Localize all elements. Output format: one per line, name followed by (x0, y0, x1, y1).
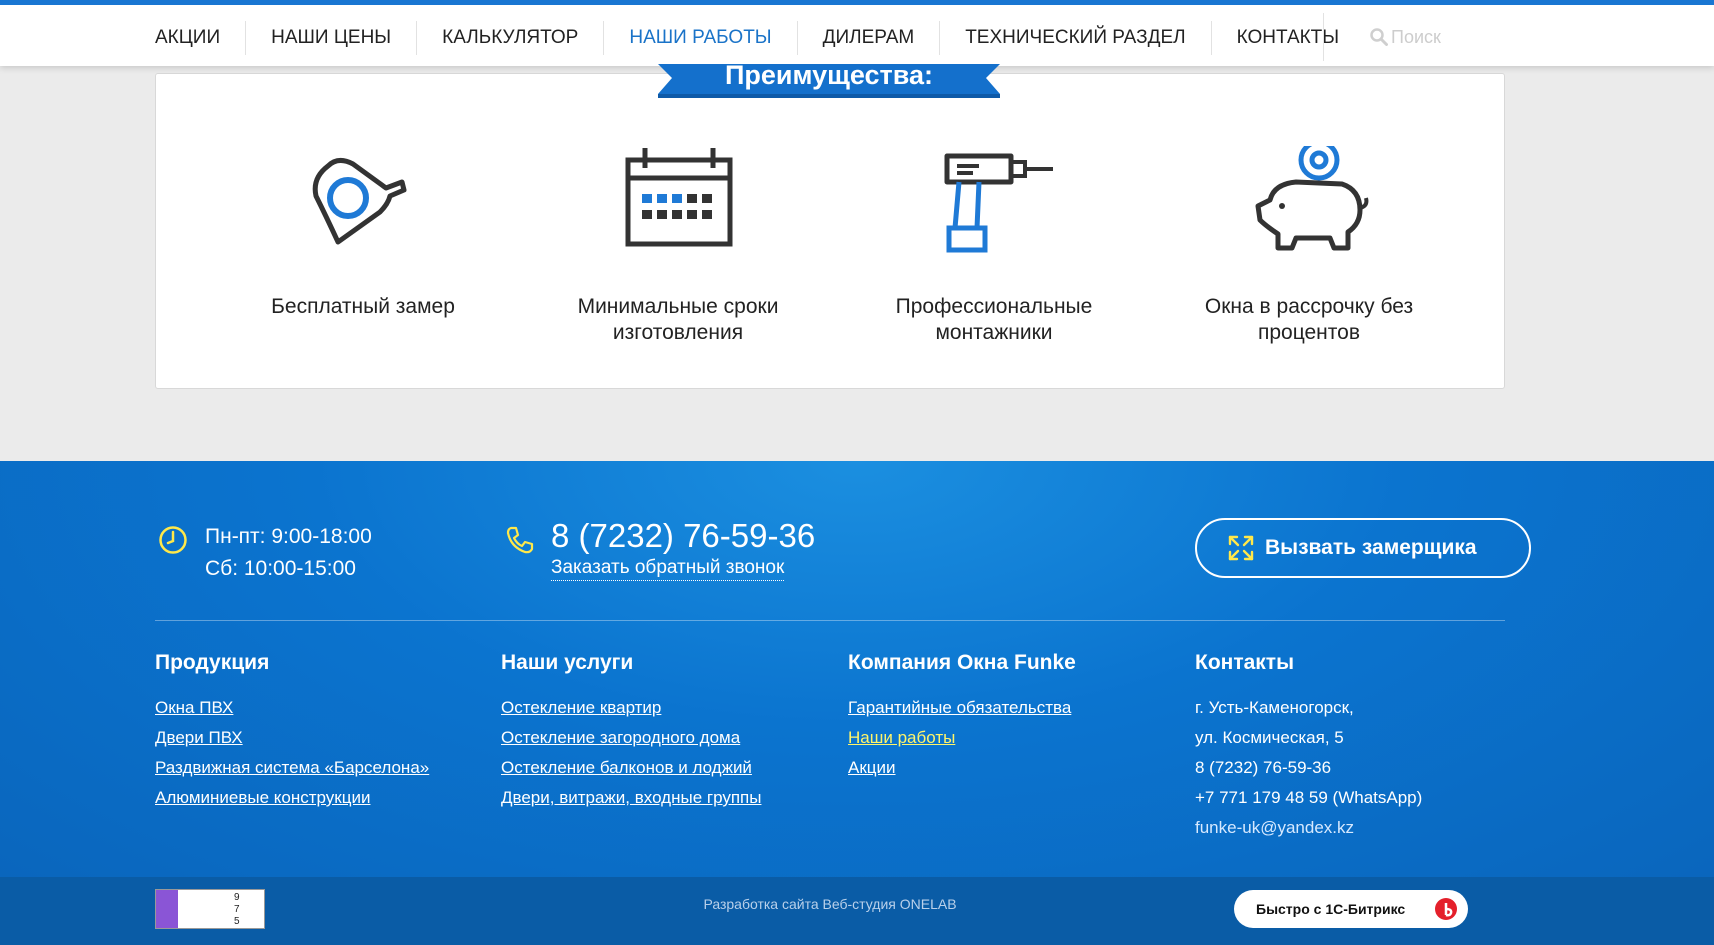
expand-arrows-icon (1228, 535, 1254, 561)
call-measurer-button[interactable]: Вызвать замерщика (1195, 518, 1531, 578)
nav-item-technical[interactable]: ТЕХНИЧЕСКИЙ РАЗДЕЛ (940, 21, 1212, 55)
bitrix-label: Быстро с 1С-Битрикс (1256, 901, 1406, 917)
footer-link-pvc-doors[interactable]: Двери ПВХ (155, 723, 495, 753)
column-title-company: Компания Окна Funke (848, 651, 1076, 674)
piggy-bank-icon (1255, 146, 1369, 251)
advantage-free-measure (213, 146, 513, 266)
working-hours: Пн-пт: 9:00-18:00 Сб: 10:00-15:00 (205, 521, 372, 585)
advantage-label-1: Бесплатный замер (271, 295, 455, 318)
contact-phone[interactable]: 8 (7232) 76-59-36 (1195, 753, 1535, 783)
footer-link-doors-entrances[interactable]: Двери, витражи, входные группы (501, 783, 841, 813)
footer-link-apartments[interactable]: Остекление квартир (501, 693, 841, 723)
counter-value-3: 5 (234, 916, 240, 927)
footer-link-barcelona[interactable]: Раздвижная система «Барселона» (155, 753, 495, 783)
advantage-professional-installers (844, 146, 1144, 266)
drill-icon (944, 153, 1053, 253)
call-measurer-label: Вызвать замерщика (1265, 536, 1477, 559)
contact-whatsapp[interactable]: +7 771 179 48 59 (WhatsApp) (1195, 783, 1535, 813)
footer-column-contacts: Контакты г. Усть-Каменогорск, ул. Космич… (1195, 651, 1535, 843)
footer: Пн-пт: 9:00-18:00 Сб: 10:00-15:00 8 (723… (0, 461, 1714, 877)
nav-item-promotions[interactable]: АКЦИИ (155, 21, 247, 55)
footer-link-country-house[interactable]: Остекление загородного дома (501, 723, 841, 753)
nav-item-our-works[interactable]: НАШИ РАБОТЫ (604, 21, 798, 55)
footer-link-our-works[interactable]: Наши работы (848, 723, 1188, 753)
nav-item-prices[interactable]: НАШИ ЦЕНЫ (246, 21, 418, 55)
column-title-contacts: Контакты (1195, 651, 1295, 674)
footer-column-products: Продукция Окна ПВХ Двери ПВХ Раздвижная … (155, 651, 495, 813)
phone-icon (506, 526, 534, 554)
footer-link-aluminium[interactable]: Алюминиевые конструкции (155, 783, 495, 813)
advantage-label-2: Минимальные сроки изготовления (577, 295, 779, 344)
bitrix-badge[interactable]: Быстро с 1С-Битрикс (1234, 890, 1468, 928)
advantages-section: Бесплатный замер Минимальные сроки изгот… (155, 73, 1505, 389)
advantage-installments (1159, 146, 1459, 266)
hours-weekday: Пн-пт: 9:00-18:00 (205, 525, 372, 548)
advantage-fast-production (528, 146, 828, 266)
nav-item-calculator[interactable]: КАЛЬКУЛЯТОР (417, 21, 605, 55)
clock-icon (159, 526, 187, 554)
contact-email[interactable]: funke-uk@yandex.kz (1195, 813, 1535, 843)
advantage-label-4: Окна в рассрочку без процентов (1204, 295, 1414, 344)
column-title-services: Наши услуги (501, 651, 634, 674)
footer-column-services: Наши услуги Остекление квартир Остеклени… (501, 651, 841, 813)
bitrix-logo-icon (1435, 898, 1457, 920)
footer-link-balconies[interactable]: Остекление балконов и лоджий (501, 753, 841, 783)
contact-address-line2: ул. Космическая, 5 (1195, 728, 1344, 747)
contact-address-line1: г. Усть-Каменогорск, (1195, 698, 1354, 717)
footer-link-warranty[interactable]: Гарантийные обязательства (848, 693, 1188, 723)
footer-link-promotions[interactable]: Акции (848, 753, 1188, 783)
search-icon[interactable] (1370, 28, 1388, 46)
footer-link-pvc-windows[interactable]: Окна ПВХ (155, 693, 495, 723)
footer-bottom-bar: 9 7 5 Разработка сайта Веб-студия ONELAB… (0, 877, 1714, 945)
column-title-products: Продукция (155, 651, 270, 674)
advantages-ribbon (658, 64, 1000, 98)
footer-divider (155, 620, 1505, 621)
nav-item-dealers[interactable]: ДИЛЕРАМ (798, 21, 941, 55)
callback-link[interactable]: Заказать обратный звонок (551, 556, 785, 581)
advantage-label-3: Профессиональные монтажники (895, 295, 1093, 344)
search-box (1323, 13, 1543, 61)
search-input[interactable] (1369, 26, 1519, 48)
calendar-icon (625, 148, 733, 247)
hours-saturday: Сб: 10:00-15:00 (205, 557, 356, 580)
tape-measure-icon (312, 158, 407, 245)
footer-phone[interactable]: 8 (7232) 76-59-36 (551, 516, 815, 556)
footer-column-company: Компания Окна Funke Гарантийные обязател… (848, 651, 1188, 783)
